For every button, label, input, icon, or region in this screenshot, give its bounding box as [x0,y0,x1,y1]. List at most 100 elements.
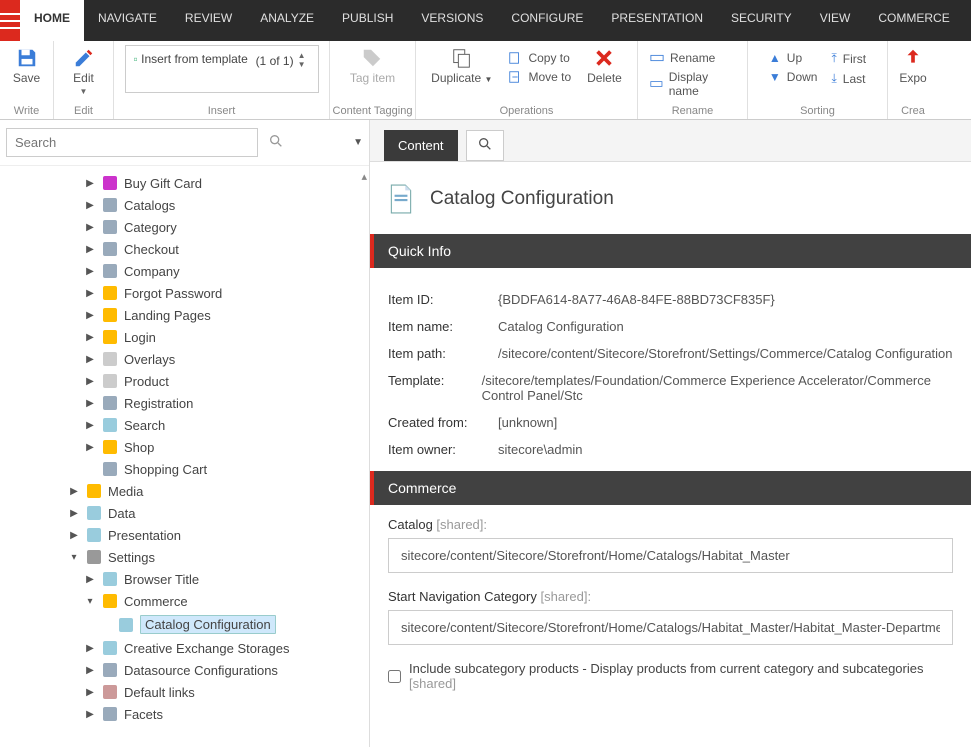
tree-item-browser-title[interactable]: ▶ Browser Title [0,568,367,590]
tree-label: Browser Title [124,572,199,587]
tree-item-default-links[interactable]: ▶Default links [0,681,367,703]
tree-item-product[interactable]: ▶Product [0,370,367,392]
sort-first[interactable]: ⤒First [827,49,870,68]
sort-up[interactable]: ▲Up [765,49,822,67]
expand-arrow[interactable]: ▶ [84,354,96,365]
tree-item-presentation[interactable]: ▶Presentation [0,524,367,546]
tree-item-shop[interactable]: ▶Shop [0,436,367,458]
tree-item-facets[interactable]: ▶Facets [0,703,367,725]
tag-item-button[interactable]: Tag item [344,45,401,87]
expand-arrow[interactable]: ▶ [84,574,96,585]
expand-arrow[interactable]: ▶ [84,288,96,299]
tree-item-creative-exchange-storages[interactable]: ▶Creative Exchange Storages [0,637,367,659]
catalog-field[interactable] [388,538,953,573]
tree-item-data[interactable]: ▶ Data [0,502,367,524]
tree-label: Landing Pages [124,308,211,323]
tab-security[interactable]: SECURITY [717,0,806,41]
tree-item-shopping-cart[interactable]: Shopping Cart [0,458,367,480]
sort-down[interactable]: ▼Down [765,68,822,86]
tree-label: Overlays [124,352,175,367]
tree-item-buy-gift-card[interactable]: ▶Buy Gift Card [0,172,367,194]
expand-arrow[interactable]: ▶ [68,508,80,519]
tree-item-settings[interactable]: ▾ Settings [0,546,367,568]
tree-item-search[interactable]: ▶Search [0,414,367,436]
edit-button[interactable]: Edit ▼ [67,45,101,98]
tree-label: Login [124,330,156,345]
tab-presentation[interactable]: PRESENTATION [597,0,717,41]
expand-arrow[interactable]: ▶ [84,665,96,676]
tree-item-forgot-password[interactable]: ▶Forgot Password [0,282,367,304]
expand-arrow[interactable]: ▶ [84,398,96,409]
move-to-button[interactable]: Move to [504,68,575,86]
tab-navigate[interactable]: NAVIGATE [84,0,171,41]
expand-arrow[interactable]: ▶ [84,643,96,654]
search-dropdown[interactable]: ▼ [353,137,363,148]
expand-arrow[interactable]: ▶ [84,266,96,277]
tree-label: Shopping Cart [124,462,207,477]
copy-to-button[interactable]: Copy to [504,49,575,67]
tree-scroll-up[interactable]: ▴ [361,170,367,183]
tree-label: Registration [124,396,193,411]
tree-item-company[interactable]: ▶Company [0,260,367,282]
search-icon[interactable] [264,129,288,156]
folder-icon [102,593,118,609]
expand-arrow[interactable]: ▶ [84,178,96,189]
display-name-button[interactable]: Display name [646,68,739,100]
group-tagging: Content Tagging [330,105,415,117]
expand-arrow[interactable]: ▶ [84,332,96,343]
tab-view[interactable]: VIEW [806,0,865,41]
tree-item-checkout[interactable]: ▶Checkout [0,238,367,260]
expand-arrow[interactable]: ▶ [84,687,96,698]
expand-arrow[interactable]: ▶ [84,244,96,255]
export-button[interactable]: Expo [893,45,932,87]
startnav-field[interactable] [388,610,953,645]
tree-item-registration[interactable]: ▶ Registration [0,392,367,414]
sort-last[interactable]: ⤓Last [827,69,870,88]
section-quickinfo[interactable]: Quick Info [370,234,971,268]
tree-item-media[interactable]: ▶Media [0,480,367,502]
tree-item-catalog-configuration[interactable]: Catalog Configuration [0,612,367,637]
expand-arrow[interactable]: ▶ [84,200,96,211]
tab-my-toolbar[interactable]: MY TOOLBAR [964,0,971,41]
tab-search[interactable] [466,130,504,161]
expand-arrow[interactable]: ▶ [84,310,96,321]
rename-button[interactable]: Rename [646,49,719,67]
tree-item-overlays[interactable]: ▶ Overlays [0,348,367,370]
tab-content[interactable]: Content [384,130,458,161]
tree-item-landing-pages[interactable]: ▶ Landing Pages [0,304,367,326]
delete-button[interactable]: Delete [581,45,628,87]
expand-arrow[interactable]: ▶ [84,376,96,387]
duplicate-button[interactable]: Duplicate ▼ [425,45,498,87]
tab-analyze[interactable]: ANALYZE [246,0,328,41]
tab-publish[interactable]: PUBLISH [328,0,407,41]
expand-arrow[interactable]: ▶ [84,442,96,453]
tree-label: Settings [108,550,155,565]
catalog-label: Catalog [shared]: [388,517,953,532]
tree-item-datasource-configurations[interactable]: ▶Datasource Configurations [0,659,367,681]
save-button[interactable]: Save [7,45,46,87]
expand-arrow[interactable]: ▶ [68,530,80,541]
section-commerce[interactable]: Commerce [370,471,971,505]
search-input[interactable] [6,128,258,157]
tree-label: Category [124,220,177,235]
expand-arrow[interactable]: ▶ [68,486,80,497]
tab-review[interactable]: REVIEW [171,0,246,41]
expand-arrow[interactable]: ▶ [84,420,96,431]
tree-item-commerce[interactable]: ▾Commerce [0,590,367,612]
tree-label: Data [108,506,135,521]
tab-versions[interactable]: VERSIONS [407,0,497,41]
tree-item-category[interactable]: ▶ Category [0,216,367,238]
insert-template[interactable]: ▫ Insert from template (1 of 1) ▲▼ [125,45,319,93]
expand-arrow[interactable]: ▶ [84,709,96,720]
tree-item-catalogs[interactable]: ▶Catalogs [0,194,367,216]
menu-launcher[interactable] [0,0,20,41]
include-subcategory-checkbox[interactable] [388,670,401,683]
tree-item-login[interactable]: ▶ Login [0,326,367,348]
tab-home[interactable]: HOME [20,0,84,41]
expand-arrow[interactable]: ▾ [84,596,96,607]
tab-commerce[interactable]: COMMERCE [864,0,963,41]
table-icon [102,219,118,235]
expand-arrow[interactable]: ▶ [84,222,96,233]
expand-arrow[interactable]: ▾ [68,552,80,563]
tab-configure[interactable]: CONFIGURE [497,0,597,41]
